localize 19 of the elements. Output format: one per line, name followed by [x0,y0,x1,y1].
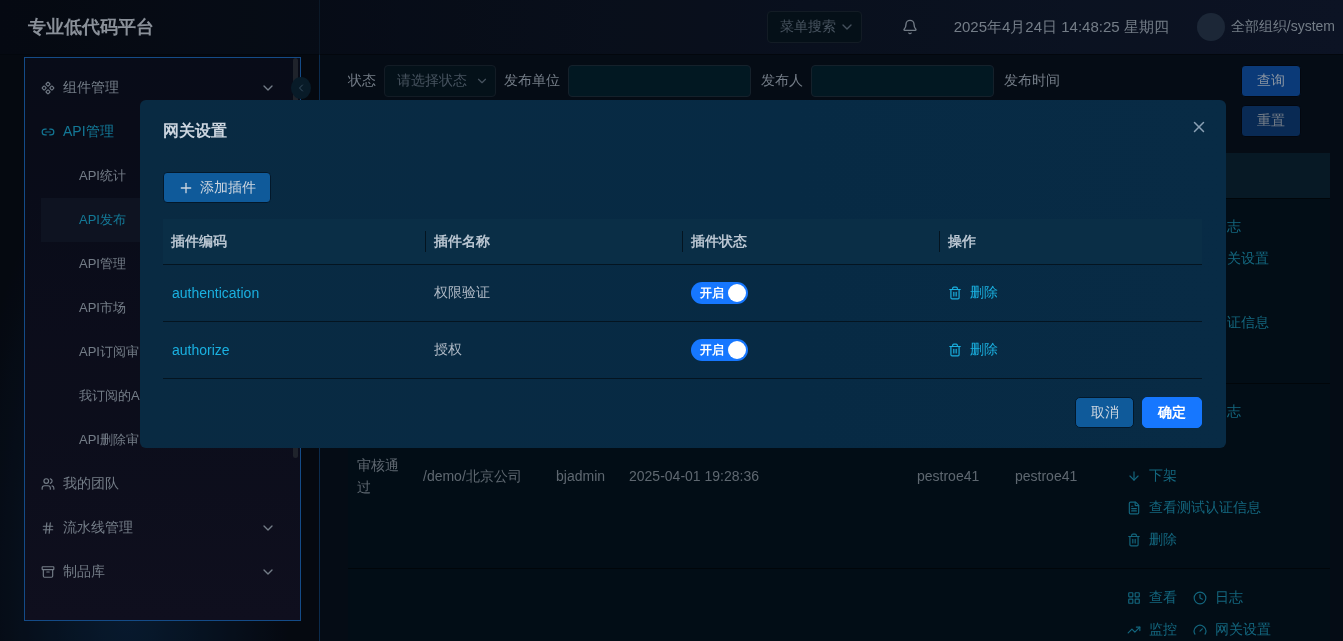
table-cell-text: pestroe41 [1014,467,1079,486]
table-cell-text: /demo/北京公司 [422,467,523,486]
filter-label: 发布单位 [504,72,560,90]
table-cell: 授权 [434,341,462,359]
column-header: 操作 [948,232,976,251]
app-logo-title: 专业低代码平台 [0,0,320,55]
table-cell-text: 2025-04-01 19:28:36 [628,467,760,486]
column-header: 插件名称 [434,232,490,251]
table-cell-text: bjadmin [555,467,607,486]
dialog-title: 网关设置 [163,121,227,141]
filter-label: 状态 [348,72,376,90]
table-cell-text: pestroe41 [916,467,981,486]
filter-label: 发布时间 [1004,72,1060,90]
table-cell-text: 审核通过 [356,456,400,497]
table-cell: 权限验证 [434,284,490,302]
filter-label: 发布人 [761,72,803,90]
column-header: 插件状态 [691,232,747,251]
column-header: 插件编码 [171,232,227,251]
datetime-text: 2025年4月24日 14:48:25 星期四 [953,17,1169,37]
